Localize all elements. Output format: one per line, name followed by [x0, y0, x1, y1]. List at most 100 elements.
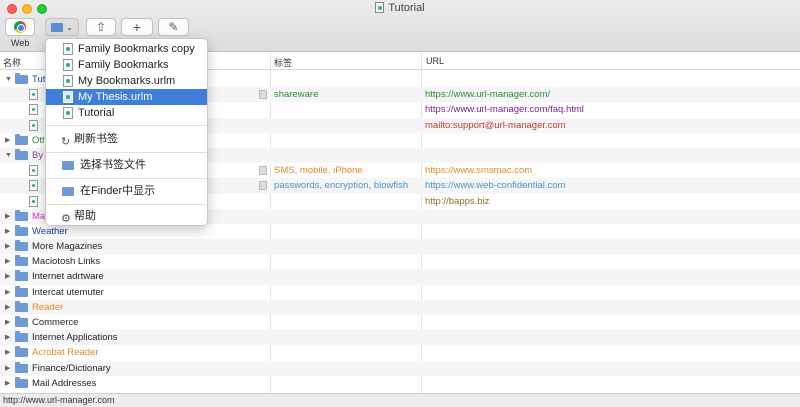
menu-item-bookmark-file[interactable]: My Thesis.urlm	[46, 89, 207, 105]
row-url[interactable]: https://www.url-manager.com/	[425, 87, 550, 102]
row-name: Intercat utemuter	[32, 286, 104, 298]
share-button[interactable]: ⇧	[86, 18, 116, 36]
disclosure-closed-icon[interactable]: ▶	[5, 330, 10, 345]
status-url: http://www.url-manager.com	[3, 395, 115, 405]
menu-item-bookmark-file[interactable]: Family Bookmarks copy	[46, 41, 207, 57]
bookmark-icon	[29, 119, 38, 131]
menu-item-refresh[interactable]: ↻ 刷新书签	[46, 130, 207, 148]
row-url[interactable]: https://www.url-manager.com/faq.html	[425, 102, 584, 117]
chrome-icon	[14, 21, 26, 33]
add-button[interactable]: +	[121, 18, 153, 36]
row-name: Commerce	[32, 317, 79, 328]
folder-icon	[15, 73, 28, 84]
menu-item-label: Family Bookmarks copy	[78, 43, 195, 55]
menu-item-label: Family Bookmarks	[78, 59, 169, 71]
folder-icon	[15, 300, 28, 312]
menu-item-label: 在Finder中显示	[80, 185, 156, 197]
chevron-down-icon: ⌄	[66, 22, 73, 32]
bookmark-file-menu: Family Bookmarks copy Family Bookmarks My …	[45, 38, 208, 226]
table-row[interactable]: ▶ Intercat utemuter	[0, 285, 800, 300]
folder-icon	[62, 161, 74, 170]
row-url[interactable]: mailto:support@url-manager.com	[425, 118, 566, 133]
disclosure-open-icon[interactable]: ▼	[5, 148, 12, 163]
row-tags: SMS, mobile, iPhone	[274, 165, 363, 177]
table-row[interactable]: ▶ Internet adrtware	[0, 269, 800, 285]
disclosure-closed-icon[interactable]: ▶	[5, 345, 10, 360]
table-row[interactable]: ▶ Internet Applications	[0, 330, 800, 346]
folder-icon	[15, 376, 28, 388]
column-name-header[interactable]: 名称	[3, 56, 21, 69]
disclosure-closed-icon[interactable]: ▶	[5, 133, 10, 148]
document-icon	[63, 43, 73, 55]
bookmark-icon	[29, 195, 38, 207]
folder-icon	[15, 331, 28, 343]
menu-item-label: My Thesis.urlm	[78, 91, 153, 103]
disclosure-closed-icon[interactable]: ▶	[5, 239, 10, 254]
row-name: Ma	[32, 210, 46, 222]
row-name: Finance/Dictionary	[32, 362, 111, 374]
disclosure-closed-icon[interactable]: ▶	[5, 269, 10, 284]
row-name: Tut	[32, 74, 46, 85]
row-url[interactable]: http://bapps.biz	[425, 194, 489, 209]
document-icon	[63, 75, 73, 87]
folder-icon	[15, 224, 28, 236]
table-row[interactable]: ▶ Maciotosh Links	[0, 254, 800, 269]
edit-button[interactable]: ✎	[158, 18, 189, 36]
menu-item-show-in-finder[interactable]: 在Finder中显示	[46, 182, 207, 200]
row-url[interactable]: https://www.smsmac.com	[425, 163, 532, 178]
window-title: Tutorial	[0, 2, 800, 14]
tag-note-icon	[259, 90, 267, 100]
disclosure-open-icon[interactable]: ▼	[5, 72, 12, 87]
table-row[interactable]: ▶ Mail Addresses	[0, 376, 800, 391]
disclosure-closed-icon[interactable]: ▶	[5, 376, 10, 391]
row-name: More Magazines	[32, 241, 103, 253]
table-row[interactable]: ▶ Weather	[0, 224, 800, 239]
menu-separator	[46, 152, 207, 153]
bookmark-file-menu-button[interactable]: ⌄	[45, 18, 79, 36]
table-row[interactable]: ▶ Reader	[0, 299, 800, 315]
table-row[interactable]: ▶ Acrobat Reader	[0, 345, 800, 360]
disclosure-closed-icon[interactable]: ▶	[5, 300, 10, 315]
menu-item-choose-file[interactable]: 选择书签文件	[46, 156, 207, 174]
document-icon	[375, 2, 385, 13]
column-url-header[interactable]: URL	[426, 56, 444, 66]
row-name: Internet Applications	[32, 332, 118, 344]
menu-item-label: My Bookmarks.urlm	[78, 75, 176, 87]
menu-item-help[interactable]: ⚙ 帮助	[46, 207, 207, 225]
menu-item-bookmark-file[interactable]: Tutorial	[46, 105, 207, 121]
menu-separator	[46, 204, 207, 205]
row-name: Maciotosh Links	[32, 256, 101, 268]
row-name: Mail Addresses	[32, 377, 97, 389]
folder-icon	[15, 209, 28, 221]
disclosure-closed-icon[interactable]: ▶	[5, 361, 10, 376]
bookmark-icon	[29, 104, 38, 116]
disclosure-closed-icon[interactable]: ▶	[5, 209, 10, 224]
row-name: Reader	[32, 301, 64, 313]
column-tags-header[interactable]: 标签	[274, 56, 292, 69]
folder-icon	[15, 255, 28, 267]
app-window: Tutorial Web ⌄ ⇧ + ✎ 名称 标签 URL ▼ Tut share…	[0, 0, 800, 407]
row-url[interactable]: https://www.web-confidential.com	[425, 178, 565, 193]
folder-icon	[15, 361, 28, 373]
table-row[interactable]: ▶ Commerce	[0, 315, 800, 330]
disclosure-closed-icon[interactable]: ▶	[5, 285, 10, 300]
disclosure-closed-icon[interactable]: ▶	[5, 315, 10, 330]
folder-icon	[15, 316, 28, 327]
bookmark-icon	[29, 165, 38, 177]
table-row[interactable]: ▶ Finance/Dictionary	[0, 360, 800, 376]
menu-item-label: 选择书签文件	[80, 159, 146, 171]
help-icon: ⚙	[61, 213, 71, 225]
document-icon	[63, 59, 73, 71]
menu-separator	[46, 125, 207, 126]
refresh-icon: ↻	[61, 136, 71, 148]
row-tags: shareware	[274, 89, 319, 101]
disclosure-closed-icon[interactable]: ▶	[5, 254, 10, 269]
menu-item-label: 帮助	[74, 210, 96, 222]
menu-item-bookmark-file[interactable]: Family Bookmarks	[46, 57, 207, 73]
row-name: By	[32, 149, 44, 161]
menu-item-bookmark-file[interactable]: My Bookmarks.urlm	[46, 73, 207, 89]
disclosure-closed-icon[interactable]: ▶	[5, 224, 10, 239]
table-row[interactable]: ▶ More Magazines	[0, 239, 800, 255]
folder-icon	[15, 133, 28, 145]
web-button[interactable]	[5, 18, 35, 36]
